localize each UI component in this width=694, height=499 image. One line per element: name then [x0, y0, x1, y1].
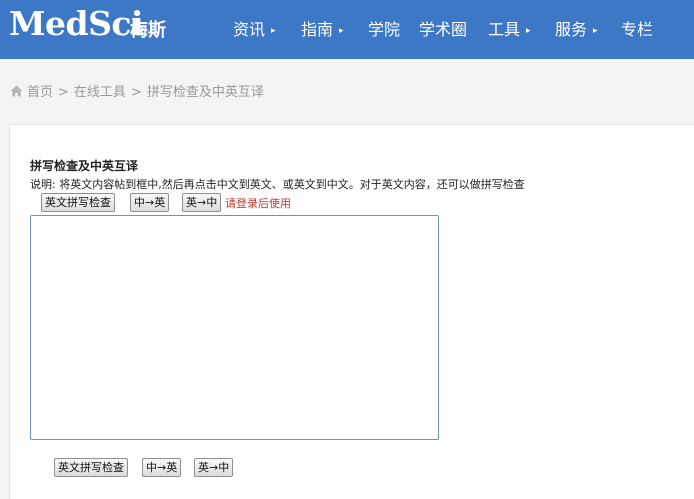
text-editor[interactable] — [30, 215, 439, 440]
tool-title: 拼写检查及中英互译 — [30, 159, 139, 173]
breadcrumb-separator: > — [58, 85, 69, 100]
tool-description: 说明: 将英文内容帖到框中,然后再点击中文到英文、或英文到中文。对于英文内容，还… — [30, 178, 525, 191]
nav-item-services[interactable]: 服务 ▸ — [555, 16, 598, 40]
zh-to-en-button-bottom[interactable]: 中→英 — [142, 458, 182, 477]
nav-label: 专栏 — [621, 20, 654, 39]
nav-label: 指南 — [301, 20, 334, 39]
spell-check-button-bottom[interactable]: 英文拼写检查 — [54, 458, 128, 477]
nav-item-academic-circle[interactable]: 学术圈 — [419, 16, 467, 40]
nav-item-news[interactable]: 资讯 ▸ — [233, 16, 276, 40]
en-to-zh-button-top[interactable]: 英→中 — [182, 193, 222, 212]
main-nav: 资讯 ▸ 指南 ▸ 学院 学术圈 工具 ▸ 服务 ▸ 专栏 — [0, 0, 694, 59]
breadcrumb: 首页 > 在线工具 > 拼写检查及中英互译 — [10, 81, 264, 101]
nav-label: 资讯 — [233, 20, 266, 39]
nav-label: 服务 — [555, 20, 588, 39]
caret-right-icon: ▸ — [271, 26, 276, 36]
home-icon[interactable] — [10, 85, 23, 101]
breadcrumb-separator: > — [130, 85, 142, 100]
caret-right-icon: ▸ — [339, 26, 344, 36]
en-to-zh-button-bottom[interactable]: 英→中 — [194, 458, 234, 477]
login-required-note[interactable]: 请登录后使用 — [225, 195, 291, 211]
breadcrumb-online-tools[interactable]: 在线工具 — [74, 85, 126, 100]
nav-item-academy[interactable]: 学院 — [368, 16, 400, 40]
top-nav-bar: MedSci 梅斯 资讯 ▸ 指南 ▸ 学院 学术圈 工具 ▸ 服务 ▸ 专栏 — [0, 0, 694, 59]
nav-item-tools[interactable]: 工具 ▸ — [488, 16, 531, 40]
nav-label: 学院 — [368, 20, 401, 39]
spell-check-button-top[interactable]: 英文拼写检查 — [41, 193, 115, 212]
nav-item-columns[interactable]: 专栏 — [621, 16, 653, 40]
breadcrumb-current: 拼写检查及中英互译 — [146, 85, 264, 100]
nav-label: 工具 — [488, 20, 521, 39]
zh-to-en-button-top[interactable]: 中→英 — [130, 193, 170, 212]
caret-right-icon: ▸ — [593, 26, 598, 36]
caret-right-icon: ▸ — [526, 26, 531, 36]
breadcrumb-home[interactable]: 首页 — [27, 85, 53, 100]
nav-item-guidelines[interactable]: 指南 ▸ — [301, 16, 344, 40]
nav-label: 学术圈 — [419, 20, 468, 39]
